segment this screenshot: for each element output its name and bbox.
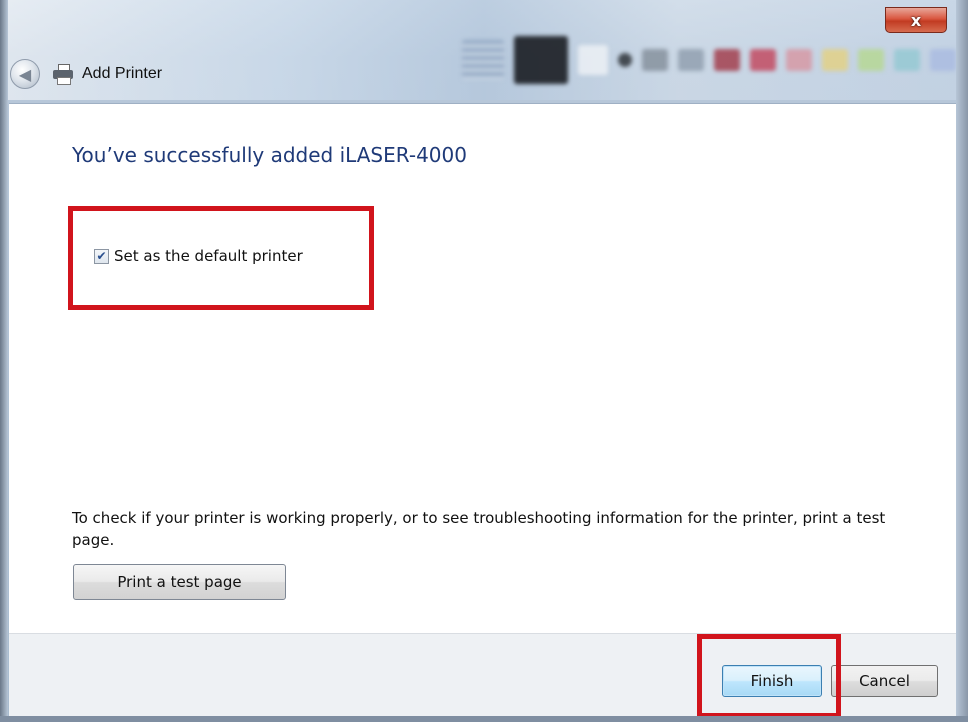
close-icon: x [910, 10, 922, 30]
test-page-info-text: To check if your printer is working prop… [72, 509, 886, 549]
printer-icon [52, 64, 74, 85]
close-button[interactable]: x [885, 7, 947, 33]
back-button[interactable]: ◀ [10, 59, 40, 89]
wizard-content: You’ve successfully added iLASER-4000 ✔ … [9, 103, 956, 634]
cancel-label: Cancel [859, 672, 910, 690]
window-bottom-edge [0, 716, 968, 722]
cancel-button[interactable]: Cancel [831, 665, 938, 697]
window-left-edge [0, 0, 8, 722]
annotation-highlight-checkbox [68, 206, 374, 310]
print-test-page-label: Print a test page [117, 573, 242, 591]
page-title: You’ve successfully added iLASER-4000 [72, 143, 467, 167]
window-title: Add Printer [82, 65, 163, 82]
back-arrow-icon: ◀ [18, 64, 32, 84]
dialog-footer: Finish Cancel [9, 633, 956, 718]
window-right-edge [956, 0, 968, 722]
title-bar: ◀ Add Printer [10, 54, 710, 94]
print-test-page-button[interactable]: Print a test page [73, 564, 286, 600]
annotation-highlight-finish [697, 634, 841, 718]
